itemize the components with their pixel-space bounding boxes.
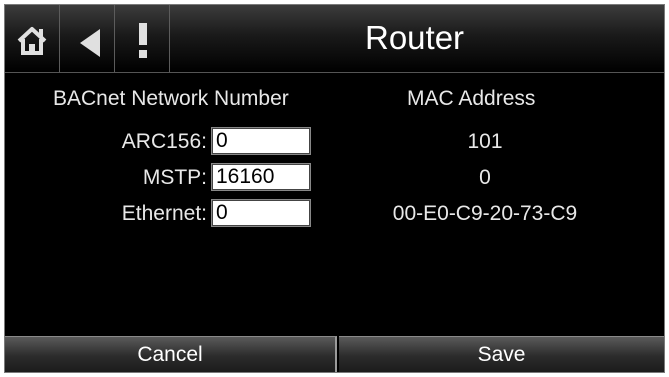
home-button[interactable]	[5, 5, 60, 72]
router-screen: Router BACnet Network Number MAC Address…	[4, 4, 665, 373]
ethernet-network-number-input[interactable]: 0	[211, 199, 311, 227]
home-icon	[17, 27, 47, 55]
back-arrow-icon	[80, 29, 100, 57]
back-button[interactable]	[60, 5, 115, 72]
arc156-mac-address: 101	[467, 130, 503, 153]
arc156-network-number-input[interactable]: 0	[211, 127, 311, 155]
mstp-mac-address: 0	[479, 166, 491, 189]
mstp-label: MSTP:	[142, 166, 207, 189]
ethernet-label: Ethernet:	[121, 202, 207, 225]
save-button[interactable]: Save	[339, 336, 664, 372]
mstp-network-number-input[interactable]: 16160	[211, 163, 311, 191]
ethernet-mac-address: 00-E0-C9-20-73-C9	[392, 202, 578, 225]
cancel-button[interactable]: Cancel	[5, 336, 337, 372]
mac-address-header: MAC Address	[407, 87, 536, 110]
footer-bar: Cancel Save	[5, 336, 664, 372]
header-bar: Router	[5, 5, 664, 73]
page-title: Router	[365, 19, 465, 56]
arc156-label: ARC156:	[121, 130, 207, 153]
alert-icon	[139, 23, 147, 58]
alert-button[interactable]	[115, 5, 170, 72]
network-number-header: BACnet Network Number	[53, 87, 289, 110]
